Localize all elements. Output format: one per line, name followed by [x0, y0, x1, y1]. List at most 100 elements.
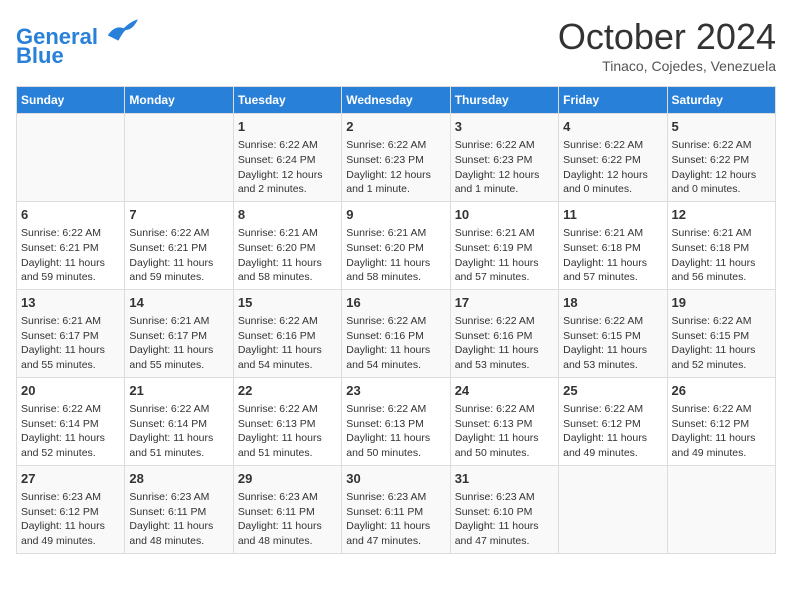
- cell-info: Sunrise: 6:22 AM: [672, 402, 771, 417]
- cell-info: Sunset: 6:23 PM: [455, 153, 554, 168]
- cell-info: Sunset: 6:15 PM: [563, 329, 662, 344]
- calendar-cell: 6Sunrise: 6:22 AMSunset: 6:21 PMDaylight…: [17, 201, 125, 289]
- day-number: 21: [129, 382, 228, 400]
- cell-info: Sunrise: 6:21 AM: [672, 226, 771, 241]
- day-number: 10: [455, 206, 554, 224]
- cell-info: Sunrise: 6:21 AM: [129, 314, 228, 329]
- calendar-cell: 9Sunrise: 6:21 AMSunset: 6:20 PMDaylight…: [342, 201, 450, 289]
- cell-info: Daylight: 11 hours and 56 minutes.: [672, 256, 771, 285]
- cell-info: Daylight: 12 hours and 1 minute.: [346, 168, 445, 197]
- cell-info: Daylight: 11 hours and 47 minutes.: [346, 519, 445, 548]
- cell-info: Daylight: 11 hours and 53 minutes.: [455, 343, 554, 372]
- cell-info: Daylight: 11 hours and 51 minutes.: [238, 431, 337, 460]
- cell-info: Sunset: 6:16 PM: [238, 329, 337, 344]
- calendar-cell: 17 Sunrise: 6:22 AMSunset: 6:16 PMDayligh…: [450, 289, 558, 377]
- cell-info: Daylight: 11 hours and 55 minutes.: [129, 343, 228, 372]
- cell-info: Daylight: 11 hours and 57 minutes.: [455, 256, 554, 285]
- header-wednesday: Wednesday: [342, 87, 450, 114]
- header-monday: Monday: [125, 87, 233, 114]
- day-number: 29: [238, 470, 337, 488]
- day-number: 18: [563, 294, 662, 312]
- cell-info: Daylight: 11 hours and 57 minutes.: [563, 256, 662, 285]
- calendar-cell: 29Sunrise: 6:23 AMSunset: 6:11 PMDayligh…: [233, 465, 341, 553]
- cell-info: Sunrise: 6:22 AM: [21, 226, 120, 241]
- title-block: October 2024 Tinaco, Cojedes, Venezuela: [558, 16, 776, 74]
- cell-info: Daylight: 11 hours and 49 minutes.: [21, 519, 120, 548]
- calendar-cell: 8Sunrise: 6:21 AMSunset: 6:20 PMDaylight…: [233, 201, 341, 289]
- cell-info: Sunrise: 6:22 AM: [346, 314, 445, 329]
- cell-info: Sunset: 6:22 PM: [672, 153, 771, 168]
- calendar-cell: 10Sunrise: 6:21 AMSunset: 6:19 PMDayligh…: [450, 201, 558, 289]
- cell-info: Daylight: 11 hours and 58 minutes.: [238, 256, 337, 285]
- month-title: October 2024: [558, 16, 776, 58]
- cell-info: Sunset: 6:20 PM: [238, 241, 337, 256]
- cell-info: Sunrise: 6:23 AM: [129, 490, 228, 505]
- cell-info: Sunrise: 6:21 AM: [346, 226, 445, 241]
- cell-info: Daylight: 11 hours and 59 minutes.: [129, 256, 228, 285]
- calendar-cell: 16Sunrise: 6:22 AMSunset: 6:16 PMDayligh…: [342, 289, 450, 377]
- header-saturday: Saturday: [667, 87, 775, 114]
- day-number: 7: [129, 206, 228, 224]
- cell-info: Daylight: 11 hours and 51 minutes.: [129, 431, 228, 460]
- calendar-cell: 2Sunrise: 6:22 AMSunset: 6:23 PMDaylight…: [342, 114, 450, 202]
- cell-info: Sunset: 6:15 PM: [672, 329, 771, 344]
- cell-info: Sunrise: 6:22 AM: [346, 402, 445, 417]
- cell-info: Sunset: 6:19 PM: [455, 241, 554, 256]
- cell-info: Sunset: 6:21 PM: [21, 241, 120, 256]
- cell-info: Daylight: 12 hours and 0 minutes.: [563, 168, 662, 197]
- cell-info: Sunrise: 6:22 AM: [455, 138, 554, 153]
- day-number: 22: [238, 382, 337, 400]
- cell-info: Daylight: 11 hours and 52 minutes.: [672, 343, 771, 372]
- calendar-cell: 24Sunrise: 6:22 AMSunset: 6:13 PMDayligh…: [450, 377, 558, 465]
- cell-info: Daylight: 11 hours and 52 minutes.: [21, 431, 120, 460]
- day-number: 31: [455, 470, 554, 488]
- cell-info: Daylight: 11 hours and 55 minutes.: [21, 343, 120, 372]
- cell-info: Sunrise: 6:22 AM: [455, 314, 554, 329]
- cell-info: Sunset: 6:13 PM: [238, 417, 337, 432]
- day-number: 1: [238, 118, 337, 136]
- cell-info: Sunset: 6:12 PM: [672, 417, 771, 432]
- cell-info: Sunset: 6:11 PM: [238, 505, 337, 520]
- calendar-cell: 7 Sunrise: 6:22 AMSunset: 6:21 PMDaylight…: [125, 201, 233, 289]
- calendar-cell: 22Sunrise: 6:22 AMSunset: 6:13 PMDayligh…: [233, 377, 341, 465]
- header-tuesday: Tuesday: [233, 87, 341, 114]
- cell-info: Sunset: 6:24 PM: [238, 153, 337, 168]
- calendar-table: SundayMondayTuesdayWednesdayThursdayFrid…: [16, 86, 776, 554]
- cell-info: Sunset: 6:16 PM: [346, 329, 445, 344]
- cell-info: Sunrise: 6:22 AM: [129, 226, 228, 241]
- calendar-cell: 26Sunrise: 6:22 AMSunset: 6:12 PMDayligh…: [667, 377, 775, 465]
- cell-info: Sunrise: 6:22 AM: [346, 138, 445, 153]
- day-number: 17: [455, 294, 554, 312]
- day-number: 13: [21, 294, 120, 312]
- cell-info: Sunrise: 6:23 AM: [238, 490, 337, 505]
- cell-info: Sunset: 6:11 PM: [346, 505, 445, 520]
- calendar-cell: 21Sunrise: 6:22 AMSunset: 6:14 PMDayligh…: [125, 377, 233, 465]
- cell-info: Sunset: 6:12 PM: [563, 417, 662, 432]
- cell-info: Daylight: 11 hours and 48 minutes.: [129, 519, 228, 548]
- calendar-week-4: 27Sunrise: 6:23 AMSunset: 6:12 PMDayligh…: [17, 465, 776, 553]
- cell-info: Daylight: 11 hours and 54 minutes.: [238, 343, 337, 372]
- cell-info: Sunrise: 6:21 AM: [21, 314, 120, 329]
- calendar-cell: 31Sunrise: 6:23 AMSunset: 6:10 PMDayligh…: [450, 465, 558, 553]
- calendar-cell: 3Sunrise: 6:22 AMSunset: 6:23 PMDaylight…: [450, 114, 558, 202]
- cell-info: Sunset: 6:21 PM: [129, 241, 228, 256]
- day-number: 28: [129, 470, 228, 488]
- cell-info: Sunrise: 6:22 AM: [238, 138, 337, 153]
- calendar-cell: 18Sunrise: 6:22 AMSunset: 6:15 PMDayligh…: [559, 289, 667, 377]
- day-number: 19: [672, 294, 771, 312]
- calendar-cell: 5Sunrise: 6:22 AMSunset: 6:22 PMDaylight…: [667, 114, 775, 202]
- cell-info: Sunset: 6:18 PM: [563, 241, 662, 256]
- cell-info: Sunrise: 6:23 AM: [346, 490, 445, 505]
- calendar-cell: 1 Sunrise: 6:22 AMSunset: 6:24 PMDaylight…: [233, 114, 341, 202]
- day-number: 4: [563, 118, 662, 136]
- cell-info: Daylight: 12 hours and 2 minutes.: [238, 168, 337, 197]
- cell-info: Sunset: 6:17 PM: [21, 329, 120, 344]
- header-friday: Friday: [559, 87, 667, 114]
- calendar-cell: 13 Sunrise: 6:21 AMSunset: 6:17 PMDayligh…: [17, 289, 125, 377]
- cell-info: Daylight: 12 hours and 0 minutes.: [672, 168, 771, 197]
- cell-info: Sunrise: 6:23 AM: [455, 490, 554, 505]
- cell-info: Sunset: 6:14 PM: [129, 417, 228, 432]
- cell-info: Sunset: 6:20 PM: [346, 241, 445, 256]
- calendar-cell: 20Sunrise: 6:22 AMSunset: 6:14 PMDayligh…: [17, 377, 125, 465]
- cell-info: Sunset: 6:16 PM: [455, 329, 554, 344]
